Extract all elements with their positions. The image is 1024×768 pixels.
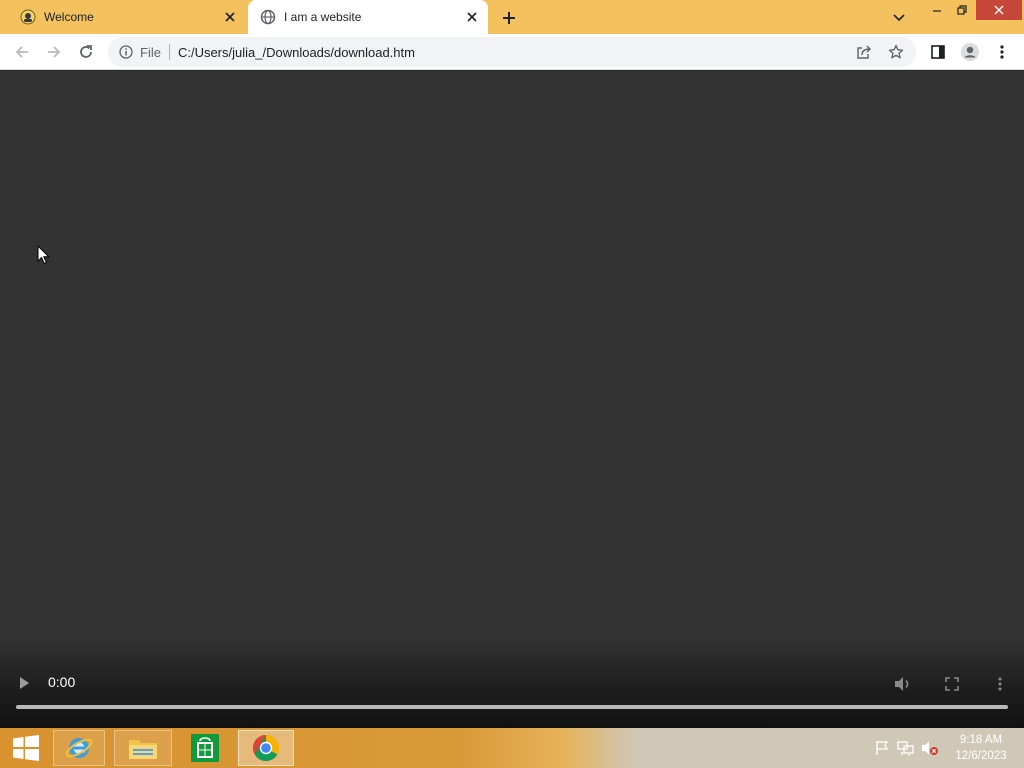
internet-explorer-icon [65, 738, 93, 758]
video-progress-bar[interactable] [16, 705, 1008, 709]
clock-date: 12/6/2023 [955, 750, 1007, 762]
more-options-icon [998, 677, 1002, 691]
reload-button[interactable] [74, 40, 98, 64]
taskbar-clock[interactable]: 9:18 AM 12/6/2023 [948, 732, 1014, 764]
tab-i-am-a-website[interactable]: I am a website [248, 0, 488, 34]
close-tab-icon[interactable] [220, 7, 240, 27]
video-more-options-button[interactable] [990, 673, 1010, 695]
volume-button[interactable] [892, 673, 914, 695]
side-panel-button[interactable] [926, 40, 950, 64]
taskbar-internet-explorer[interactable] [53, 730, 105, 766]
fullscreen-icon [945, 677, 959, 691]
bookmark-star-icon[interactable] [884, 40, 908, 64]
back-button[interactable] [10, 40, 34, 64]
volume-muted-icon[interactable] [920, 738, 940, 758]
tab-title: Welcome [44, 10, 94, 24]
chevron-down-icon [893, 14, 905, 22]
play-button[interactable] [14, 673, 34, 693]
file-explorer-icon [129, 740, 157, 759]
tab-title: I am a website [284, 10, 362, 24]
globe-icon [260, 9, 276, 25]
current-time: 0:00 [48, 674, 76, 690]
arrow-left-icon [15, 46, 28, 58]
play-icon [20, 677, 29, 689]
close-icon [994, 5, 1004, 15]
address-divider [168, 44, 170, 60]
tab-welcome[interactable]: Welcome [8, 0, 246, 34]
taskbar-store[interactable] [178, 730, 232, 766]
profile-button[interactable] [958, 40, 982, 64]
info-icon[interactable] [118, 44, 134, 60]
browser-menu-button[interactable] [990, 40, 1014, 64]
kebab-menu-icon [1000, 45, 1004, 59]
forward-button[interactable] [42, 40, 66, 64]
restore-button[interactable] [947, 0, 977, 20]
address-bar[interactable]: File C:/Users/julia_/Downloads/download.… [108, 37, 916, 67]
close-window-button[interactable] [976, 0, 1022, 20]
clock-time: 9:18 AM [959, 734, 1003, 746]
tab-strip: Welcome I am a website [0, 0, 1024, 34]
close-tab-icon[interactable] [462, 7, 482, 27]
plus-icon [503, 12, 515, 24]
browser-toolbar: File C:/Users/julia_/Downloads/download.… [0, 34, 1024, 70]
chrome-icon [252, 734, 280, 762]
action-center-flag-icon[interactable] [872, 738, 892, 758]
video-player[interactable]: 0:00 [0, 71, 1024, 728]
arrow-right-icon [48, 46, 61, 58]
fullscreen-button[interactable] [941, 673, 963, 695]
minimize-icon [933, 10, 941, 12]
reload-icon [80, 45, 92, 58]
mouse-cursor-icon [37, 245, 51, 265]
tab-search-button[interactable] [888, 7, 910, 29]
store-icon [191, 734, 219, 762]
welcome-favicon-icon [20, 9, 36, 25]
restore-icon [957, 5, 967, 15]
share-icon[interactable] [852, 40, 876, 64]
taskbar-file-explorer[interactable] [114, 730, 172, 766]
taskbar-chrome[interactable] [238, 730, 294, 766]
url-text[interactable]: C:/Users/julia_/Downloads/download.htm [178, 45, 852, 60]
new-tab-button[interactable] [498, 7, 520, 29]
start-button[interactable] [6, 730, 46, 766]
network-icon[interactable] [896, 738, 916, 758]
side-panel-icon [931, 45, 945, 59]
windows-logo-icon [13, 735, 39, 761]
profile-avatar-icon [961, 43, 979, 61]
windows-taskbar: 9:18 AM 12/6/2023 [0, 728, 1024, 768]
volume-icon [895, 677, 909, 691]
file-scheme-label: File [140, 44, 161, 60]
video-controls: 0:00 [0, 637, 1024, 728]
